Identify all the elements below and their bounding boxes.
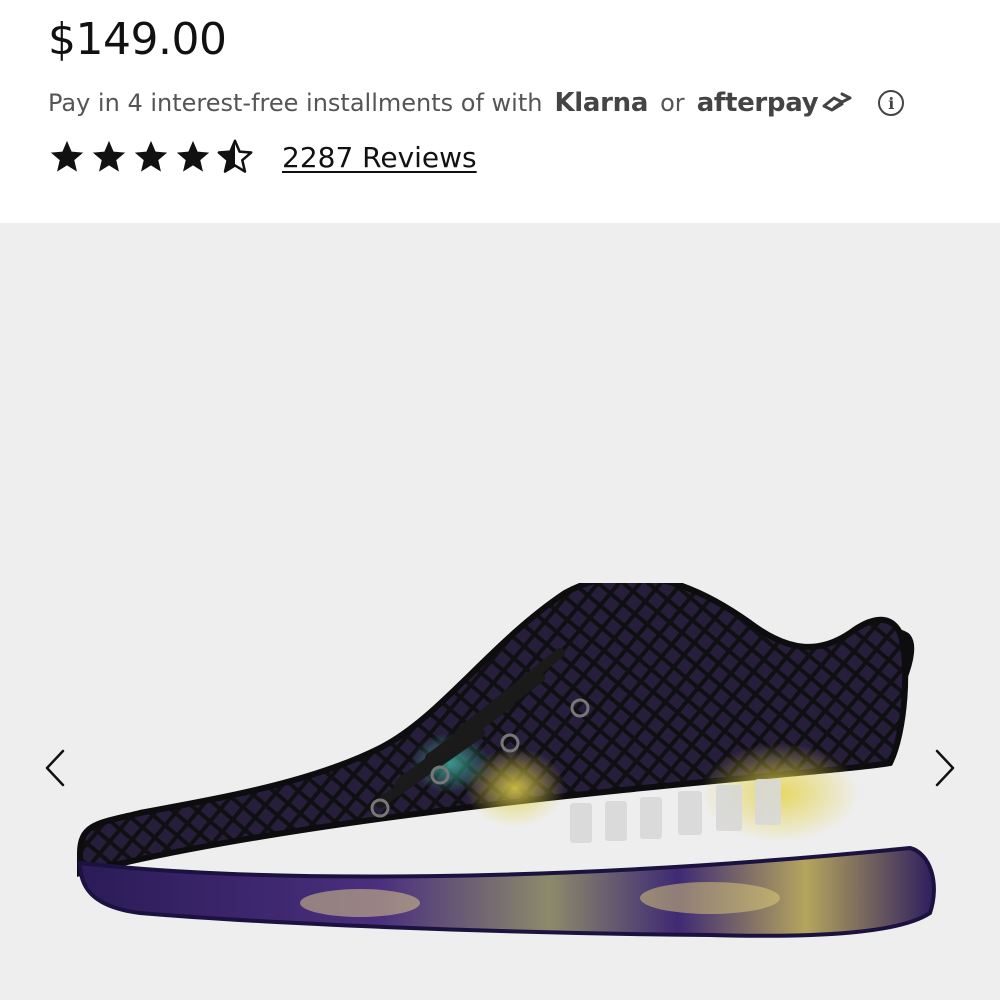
installments-row: Pay in 4 interest-free installments of w… (48, 88, 905, 118)
chevron-right-icon[interactable] (930, 748, 960, 788)
star-full-icon (176, 140, 210, 172)
star-full-icon (134, 140, 168, 172)
klarna-logo[interactable]: Klarna (554, 88, 648, 118)
product-image-gallery[interactable] (0, 223, 1000, 1000)
star-rating (48, 138, 254, 176)
reviews-link[interactable]: 2287 Reviews (282, 141, 477, 174)
star-full-icon (92, 140, 126, 172)
afterpay-label: afterpay (696, 88, 819, 118)
star-half-icon (217, 139, 253, 173)
star-full-icon (50, 140, 84, 172)
afterpay-logo[interactable]: afterpay (697, 88, 855, 118)
installments-connector: or (660, 89, 685, 117)
product-price: $149.00 (48, 14, 227, 65)
installments-text: Pay in 4 interest-free installments of w… (48, 89, 543, 117)
afterpay-arrows-icon (822, 92, 852, 112)
sneaker-product-image (77, 583, 936, 938)
info-circle-icon[interactable]: i (878, 90, 905, 116)
rating-row: 2287 Reviews (48, 138, 477, 176)
chevron-left-icon[interactable] (40, 748, 70, 788)
